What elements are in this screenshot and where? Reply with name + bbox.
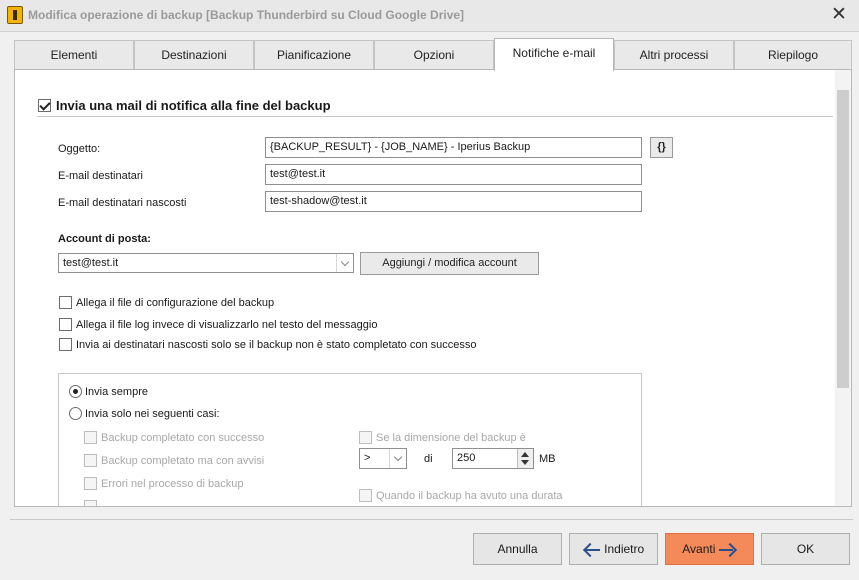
scrollbar-thumb[interactable] bbox=[837, 90, 849, 388]
next-button[interactable]: Avanti bbox=[665, 533, 754, 565]
cond-duration-label: Quando il backup ha avuto una durata bbox=[376, 490, 563, 502]
cond-size-checkbox[interactable] bbox=[359, 431, 372, 444]
subject-input[interactable]: {BACKUP_RESULT} - {JOB_NAME} - Iperius B… bbox=[265, 137, 642, 158]
attach-log-checkbox[interactable] bbox=[59, 318, 72, 331]
footer-divider bbox=[10, 519, 853, 520]
close-icon[interactable]: ✕ bbox=[822, 2, 856, 28]
window-title: Modifica operazione di backup [Backup Th… bbox=[28, 8, 465, 22]
vertical-scrollbar[interactable] bbox=[835, 70, 851, 506]
mail-account-label: Account di posta: bbox=[58, 233, 151, 245]
tab-notifiche-email[interactable]: Notifiche e-mail bbox=[494, 38, 614, 71]
email-notification-panel: Invia una mail di notifica alla fine del… bbox=[14, 69, 852, 507]
size-operator-dropdown[interactable]: > bbox=[359, 448, 407, 469]
tab-opzioni[interactable]: Opzioni bbox=[374, 40, 494, 70]
app-icon bbox=[7, 6, 23, 24]
back-button[interactable]: Indietro bbox=[569, 533, 658, 565]
bcc-only-on-failure-label: Invia ai destinatari nascosti solo se il… bbox=[76, 339, 477, 351]
size-value: 250 bbox=[457, 452, 476, 464]
spin-up-icon bbox=[521, 452, 529, 457]
bcc-label: E-mail destinatari nascosti bbox=[58, 197, 187, 209]
size-value-stepper[interactable]: 250 bbox=[452, 448, 534, 469]
mail-account-dropdown[interactable]: test@test.it bbox=[58, 253, 354, 273]
tab-bar: Elementi Destinazioni Pianificazione Opz… bbox=[14, 38, 852, 71]
back-button-label: Indietro bbox=[604, 542, 645, 556]
title-bar: Modifica operazione di backup [Backup Th… bbox=[0, 0, 859, 32]
cond-errors-checkbox[interactable] bbox=[84, 477, 97, 490]
cond-extra-checkbox[interactable] bbox=[84, 500, 97, 506]
attach-config-checkbox[interactable] bbox=[59, 296, 72, 309]
attach-config-label: Allega il file di configurazione del bac… bbox=[76, 297, 275, 309]
tab-altri-processi[interactable]: Altri processi bbox=[614, 40, 734, 70]
bcc-input[interactable]: test-shadow@test.it bbox=[265, 191, 642, 212]
tab-pianificazione[interactable]: Pianificazione bbox=[254, 40, 374, 70]
recipients-label: E-mail destinatari bbox=[58, 170, 143, 182]
chevron-down-icon bbox=[336, 254, 353, 272]
send-always-radio[interactable] bbox=[69, 385, 82, 398]
ok-button[interactable]: OK bbox=[761, 533, 850, 565]
cond-warnings-checkbox[interactable] bbox=[84, 454, 97, 467]
tab-riepilogo[interactable]: Riepilogo bbox=[734, 40, 852, 70]
mail-account-selected: test@test.it bbox=[63, 257, 119, 269]
send-always-label: Invia sempre bbox=[85, 386, 148, 398]
cond-errors-label: Errori nel processo di backup bbox=[101, 478, 244, 490]
tab-elementi[interactable]: Elementi bbox=[14, 40, 134, 70]
tab-destinazioni[interactable]: Destinazioni bbox=[134, 40, 254, 70]
notify-label: Invia una mail di notifica alla fine del… bbox=[56, 98, 331, 113]
insert-variables-button[interactable]: {} bbox=[650, 137, 673, 158]
send-conditional-label: Invia solo nei seguenti casi: bbox=[85, 408, 220, 420]
spin-down-icon bbox=[521, 460, 529, 465]
cond-warnings-label: Backup completato ma con avvisi bbox=[101, 455, 265, 467]
cancel-button[interactable]: Annulla bbox=[473, 533, 562, 565]
arrow-right-icon bbox=[718, 544, 737, 556]
cond-size-label: Se la dimensione del backup è bbox=[376, 432, 526, 444]
next-button-label: Avanti bbox=[682, 542, 716, 556]
send-conditional-radio[interactable] bbox=[69, 407, 82, 420]
size-operator-value: > bbox=[364, 452, 371, 464]
size-di-label: di bbox=[424, 453, 433, 465]
attach-log-label: Allega il file log invece di visualizzar… bbox=[76, 319, 378, 331]
cond-success-label: Backup completato con successo bbox=[101, 432, 265, 444]
size-unit-label: MB bbox=[539, 453, 556, 465]
subject-label: Oggetto: bbox=[58, 143, 101, 155]
bcc-only-on-failure-checkbox[interactable] bbox=[59, 338, 72, 351]
notify-checkbox[interactable] bbox=[38, 99, 51, 112]
section-divider bbox=[37, 116, 833, 117]
chevron-down-icon bbox=[389, 449, 406, 468]
cond-success-checkbox[interactable] bbox=[84, 431, 97, 444]
arrow-left-icon bbox=[583, 544, 601, 556]
cond-duration-checkbox[interactable] bbox=[359, 489, 372, 502]
recipients-input[interactable]: test@test.it bbox=[265, 164, 642, 185]
spin-buttons[interactable] bbox=[517, 449, 533, 468]
manage-account-button[interactable]: Aggiungi / modifica account bbox=[360, 252, 539, 275]
